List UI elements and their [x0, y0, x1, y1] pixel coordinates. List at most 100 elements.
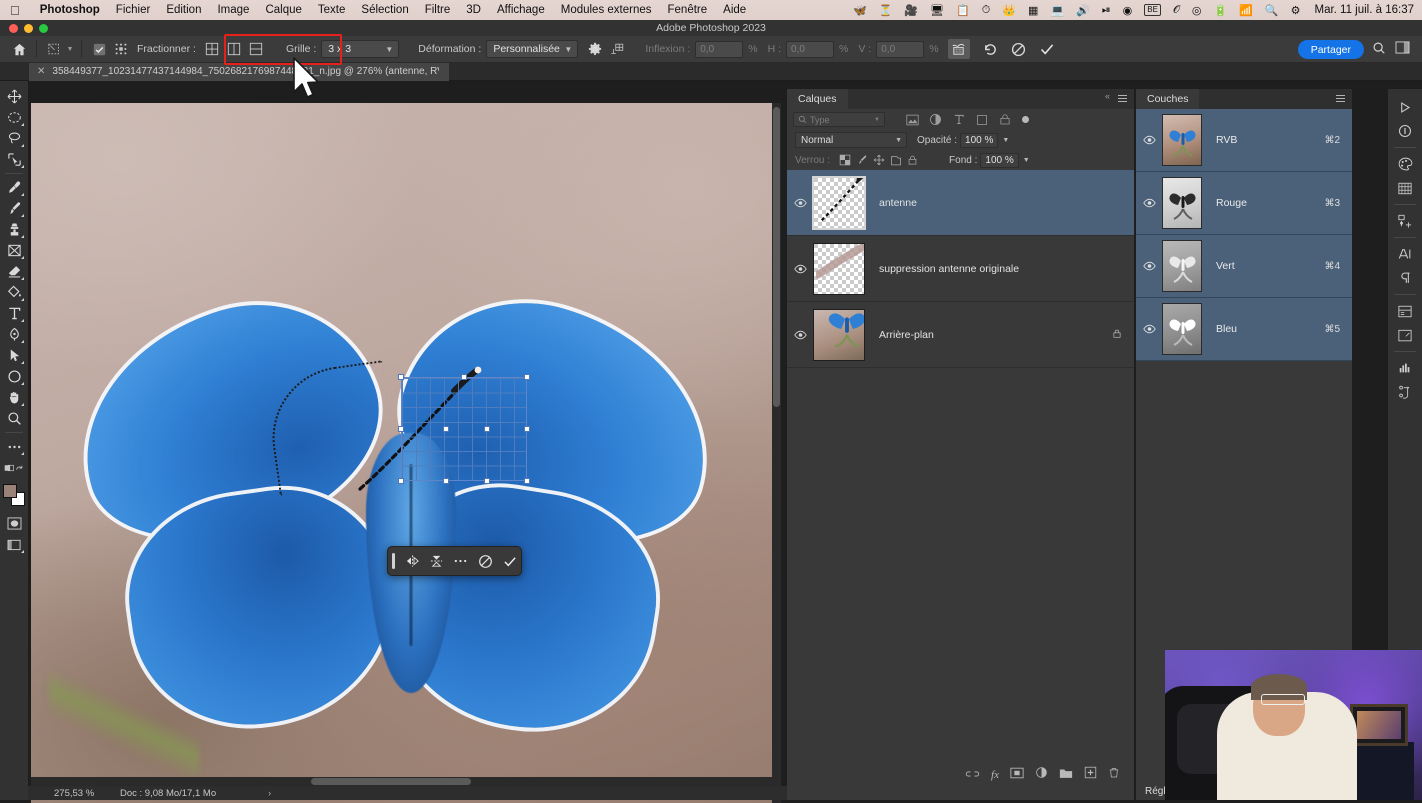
- channel-row-bleu[interactable]: Bleu ⌘5: [1136, 298, 1352, 361]
- channel-visibility-toggle[interactable]: [1136, 261, 1162, 271]
- screen-record-icon[interactable]: 🎥: [898, 4, 924, 17]
- lock-image-icon[interactable]: [853, 152, 870, 168]
- chevron-down-icon[interactable]: ▼: [65, 39, 75, 59]
- menu-fichier[interactable]: Fichier: [108, 4, 159, 16]
- binoculars-icon[interactable]: 👑: [996, 4, 1022, 17]
- airplay-icon[interactable]: 🖥: [924, 4, 950, 17]
- lock-transparency-icon[interactable]: [836, 152, 853, 168]
- libraries-icon[interactable]: [1392, 209, 1418, 233]
- layer-filter-select[interactable]: Type ▼: [793, 112, 885, 127]
- location-icon[interactable]: ◎: [1186, 4, 1208, 17]
- menu-bar-clock[interactable]: Mar. 11 juil. à 16:37: [1306, 4, 1414, 16]
- layer-name[interactable]: antenne: [879, 197, 917, 209]
- menu-edition[interactable]: Edition: [158, 4, 209, 16]
- menu-calque[interactable]: Calque: [257, 4, 309, 16]
- clipboard-icon[interactable]: 📋: [950, 4, 976, 17]
- split-cross-icon[interactable]: [201, 39, 223, 59]
- close-tab-icon[interactable]: ✕: [37, 66, 45, 77]
- menu-fenetre[interactable]: Fenêtre: [660, 4, 716, 16]
- channel-visibility-toggle[interactable]: [1136, 324, 1162, 334]
- lock-all-icon[interactable]: [904, 152, 921, 168]
- new-group-icon[interactable]: [1059, 766, 1073, 784]
- blend-mode-select[interactable]: Normal ▼: [795, 132, 907, 148]
- flip-horizontal-icon[interactable]: [401, 550, 423, 572]
- canvas-vertical-scrollbar[interactable]: [772, 103, 781, 803]
- document-canvas[interactable]: [31, 103, 776, 803]
- menu-selection[interactable]: Sélection: [353, 4, 416, 16]
- layer-visibility-toggle[interactable]: [787, 198, 813, 208]
- search-icon[interactable]: [1372, 41, 1386, 58]
- apple-icon[interactable]: : [10, 4, 20, 17]
- chevron-down-icon[interactable]: ▼: [1002, 137, 1009, 144]
- type-tool[interactable]: [2, 303, 26, 324]
- channel-row-vert[interactable]: Vert ⌘4: [1136, 235, 1352, 298]
- move-tool[interactable]: [2, 86, 26, 107]
- marquee-tool[interactable]: [2, 107, 26, 128]
- channel-thumbnail-rouge[interactable]: [1162, 177, 1202, 229]
- tool-preset-icon[interactable]: [43, 39, 65, 59]
- menu-filtre[interactable]: Filtre: [417, 4, 459, 16]
- cancel-transform-icon[interactable]: [1008, 39, 1030, 59]
- more-tools-icon[interactable]: [2, 436, 26, 457]
- layer-lock-icon[interactable]: [1112, 328, 1122, 342]
- butterfly-icon[interactable]: 🦋: [847, 4, 873, 17]
- input-source-be[interactable]: BE: [1138, 4, 1167, 16]
- link-layers-icon[interactable]: [965, 766, 980, 784]
- panel-menu-icon[interactable]: [1336, 95, 1345, 103]
- character-icon[interactable]: [1392, 242, 1418, 266]
- layer-name[interactable]: Arrière-plan: [879, 329, 934, 341]
- menu-3d[interactable]: 3D: [458, 4, 489, 16]
- properties-icon[interactable]: [1392, 299, 1418, 323]
- shape-tool[interactable]: [2, 366, 26, 387]
- layer-thumbnail-suppression[interactable]: [813, 242, 865, 295]
- control-center-icon[interactable]: ⚙: [1285, 4, 1307, 17]
- layer-name[interactable]: suppression antenne originale: [879, 263, 1019, 275]
- bluetooth-icon[interactable]: 𝒪: [1167, 4, 1186, 17]
- timer-icon[interactable]: ⏳: [873, 4, 899, 17]
- handle-top-left[interactable]: [398, 374, 404, 380]
- scrollbar-thumb[interactable]: [311, 778, 471, 785]
- warp-split-icon[interactable]: [110, 39, 132, 59]
- handle-inner-1[interactable]: [442, 426, 449, 432]
- clock-icon[interactable]: ⏱: [976, 4, 997, 17]
- screen-mode-icon[interactable]: [2, 534, 26, 555]
- handle-middle-right[interactable]: [524, 426, 530, 432]
- channel-row-rouge[interactable]: Rouge ⌘3: [1136, 172, 1352, 235]
- transform-checkbox[interactable]: [88, 39, 110, 59]
- bend-input[interactable]: 0,0: [695, 40, 744, 58]
- menu-image[interactable]: Image: [209, 4, 257, 16]
- channel-thumbnail-vert[interactable]: [1162, 240, 1202, 292]
- notes-icon[interactable]: [1392, 323, 1418, 347]
- layer-visibility-toggle[interactable]: [787, 264, 813, 274]
- pen-tool[interactable]: [2, 324, 26, 345]
- color-swatches[interactable]: [2, 483, 26, 507]
- grid-select[interactable]: 3 x 3 ▼: [321, 40, 400, 58]
- adjustment-layer-icon[interactable]: [1035, 766, 1048, 784]
- layer-row-antenne[interactable]: antenne: [787, 170, 1134, 236]
- chevron-down-icon[interactable]: ▼: [1023, 157, 1030, 164]
- channel-visibility-toggle[interactable]: [1136, 135, 1162, 145]
- drag-handle[interactable]: [392, 553, 395, 569]
- menu-affichage[interactable]: Affichage: [489, 4, 553, 16]
- v-input[interactable]: 0,0: [876, 40, 925, 58]
- volume-icon[interactable]: 🔊: [1070, 4, 1096, 17]
- new-layer-icon[interactable]: [1084, 766, 1097, 784]
- quick-mask-mode-icon[interactable]: [2, 513, 26, 534]
- smart-object-filter-icon[interactable]: [993, 112, 1016, 128]
- handle-bottom-right[interactable]: [524, 478, 530, 484]
- wifi-icon[interactable]: 📶: [1233, 4, 1259, 17]
- document-tab[interactable]: ✕ 358449377_10231477437144984_7502682176…: [29, 62, 449, 81]
- scrollbar-thumb[interactable]: [773, 107, 780, 407]
- stats-icon[interactable]: ▦: [1022, 4, 1044, 17]
- deform-select[interactable]: Personnalisée ▼: [486, 40, 579, 58]
- workspace-icon[interactable]: [1395, 41, 1410, 57]
- layer-style-fx-icon[interactable]: fx: [991, 769, 999, 781]
- layer-thumbnail-arriere-plan[interactable]: [813, 308, 865, 361]
- channel-row-rvb[interactable]: RVB ⌘2: [1136, 109, 1352, 172]
- lock-artboard-icon[interactable]: [887, 152, 904, 168]
- split-horizontal-icon[interactable]: [245, 39, 267, 59]
- handle-bottom-inner-1[interactable]: [442, 478, 449, 484]
- home-icon[interactable]: [8, 39, 30, 59]
- transform-bounding-box[interactable]: [398, 374, 530, 484]
- foreground-color-swatch[interactable]: [3, 484, 17, 498]
